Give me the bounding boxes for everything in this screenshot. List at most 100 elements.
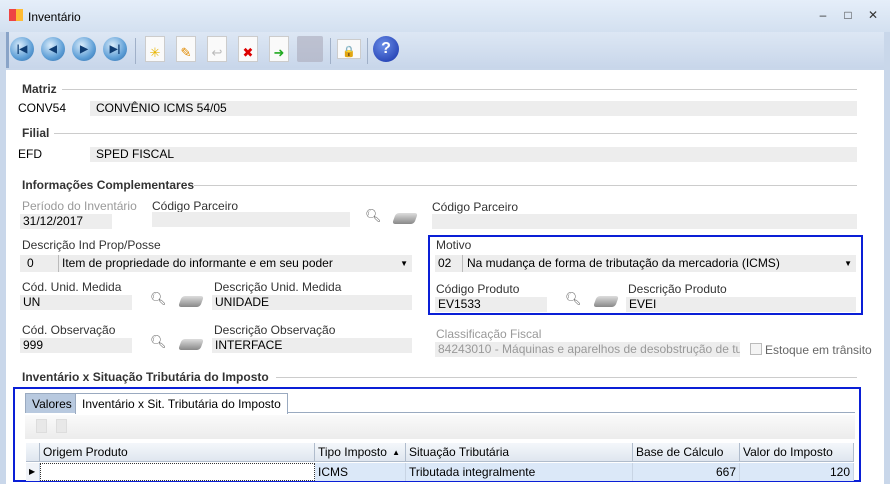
first-icon: |◀ — [10, 37, 34, 61]
eraser-icon[interactable] — [177, 339, 205, 350]
export-button[interactable]: ➜ — [265, 34, 293, 64]
col-origem[interactable]: Origem Produto — [40, 443, 315, 462]
delete-icon: ✖ — [238, 36, 258, 62]
chevron-down-icon: ▼ — [400, 259, 408, 268]
edit-icon: ✎ — [176, 36, 196, 62]
unid-field[interactable]: UN — [20, 295, 132, 310]
new-icon: ✳ — [145, 36, 165, 62]
prod-field[interactable]: EV1533 — [435, 297, 547, 312]
cell-valor[interactable]: 120 — [740, 463, 854, 481]
lock-icon: 🔒 — [337, 39, 361, 59]
chevron-down-icon: ▼ — [844, 259, 852, 268]
parceiro-label: Código Parceiro — [152, 199, 239, 213]
desc-unid-label: Descrição Unid. Medida — [214, 280, 342, 294]
motivo-code: 02 — [438, 256, 452, 270]
title-bar — [0, 0, 890, 32]
tab-valores[interactable]: Valores — [25, 393, 79, 413]
class-label: Classificação Fiscal — [436, 327, 542, 341]
toolbar — [6, 32, 884, 68]
save-icon — [297, 36, 323, 62]
cell-base[interactable]: 667 — [633, 463, 740, 481]
divider — [62, 89, 857, 90]
col-situacao[interactable]: Situação Tributária — [406, 443, 633, 462]
new-button[interactable]: ✳ — [141, 34, 169, 64]
minimize-button[interactable]: – — [815, 8, 831, 22]
prev-icon: ◀ — [41, 37, 65, 61]
desc-obs-label: Descrição Observação — [214, 323, 336, 337]
row-indicator-icon[interactable]: ▶ — [26, 463, 40, 481]
help-icon: ? — [373, 36, 399, 62]
filial-title: Filial — [22, 126, 50, 140]
prod-label: Código Produto — [436, 282, 520, 296]
next-icon: ▶ — [72, 37, 96, 61]
estoque-checkbox[interactable] — [750, 343, 762, 355]
posse-select[interactable]: 0 Item de propriedade do informante e em… — [20, 255, 412, 272]
unid-label: Cód. Unid. Medida — [22, 280, 122, 294]
divider — [276, 377, 857, 378]
app-icon — [9, 9, 23, 21]
delete-row-icon[interactable] — [56, 419, 67, 433]
last-record-button[interactable]: ▶| — [101, 34, 129, 64]
col-base[interactable]: Base de Cálculo — [633, 443, 740, 462]
divider — [194, 185, 857, 186]
cell-origem[interactable] — [40, 463, 315, 481]
cell-tipo[interactable]: ICMS — [315, 463, 406, 481]
eraser-icon[interactable] — [592, 296, 620, 307]
delete-button[interactable]: ✖ — [234, 34, 262, 64]
window-title: Inventário — [28, 10, 81, 24]
filial-name: SPED FISCAL — [90, 147, 857, 162]
separator — [135, 38, 136, 64]
separator — [330, 38, 331, 64]
eraser-icon[interactable] — [391, 213, 419, 224]
edit-button[interactable]: ✎ — [172, 34, 200, 64]
desc-prod-label: Descrição Produto — [628, 282, 727, 296]
row-header-corner — [26, 443, 40, 462]
save-button[interactable] — [296, 34, 324, 64]
periodo-label: Período do Inventário — [22, 199, 137, 213]
lock-button[interactable]: 🔒 — [335, 34, 363, 64]
maximize-button[interactable]: □ — [840, 8, 856, 22]
search-icon[interactable]: 🔍︎ — [565, 291, 582, 307]
obs-label: Cód. Observação — [22, 323, 116, 337]
matriz-title: Matriz — [22, 82, 57, 96]
desc-obs-field: INTERFACE — [212, 338, 412, 353]
close-button[interactable]: ✕ — [865, 8, 881, 22]
col-tipo-label: Tipo Imposto — [318, 445, 387, 459]
undo-icon: ↩ — [207, 36, 227, 62]
search-icon[interactable]: 🔍︎ — [150, 291, 167, 307]
motivo-select[interactable]: 02 Na mudança de forma de tributação da … — [435, 255, 856, 272]
first-record-button[interactable]: |◀ — [8, 34, 36, 64]
motivo-text: Na mudança de forma de tributação da mer… — [462, 255, 780, 272]
desc-unid-field: UNIDADE — [212, 295, 412, 310]
parceiro2-field[interactable] — [432, 214, 857, 229]
matriz-name: CONVÊNIO ICMS 54/05 — [90, 101, 857, 116]
desc-prod-field: EVEI — [626, 297, 856, 312]
cell-situacao[interactable]: Tributada integralmente — [406, 463, 633, 481]
col-tipo[interactable]: Tipo Imposto ▲ — [315, 443, 406, 462]
prev-record-button[interactable]: ◀ — [39, 34, 67, 64]
add-row-icon[interactable] — [36, 419, 47, 433]
export-icon: ➜ — [269, 36, 289, 62]
eraser-icon[interactable] — [177, 296, 205, 307]
posse-text: Item de propriedade do informante e em s… — [58, 255, 333, 272]
undo-button[interactable]: ↩ — [203, 34, 231, 64]
search-icon[interactable]: 🔍︎ — [365, 208, 382, 224]
parceiro-field[interactable] — [152, 212, 350, 227]
separator — [367, 38, 368, 64]
last-icon: ▶| — [103, 37, 127, 61]
divider — [54, 133, 857, 134]
posse-code: 0 — [27, 256, 34, 270]
parceiro2-label: Código Parceiro — [432, 200, 519, 214]
sort-asc-icon: ▲ — [392, 448, 400, 457]
obs-field[interactable]: 999 — [20, 338, 132, 353]
col-valor[interactable]: Valor do Imposto — [740, 443, 854, 462]
matriz-code: CONV54 — [15, 101, 87, 116]
next-record-button[interactable]: ▶ — [70, 34, 98, 64]
estoque-label: Estoque em trânsito — [765, 343, 872, 357]
search-icon[interactable]: 🔍︎ — [150, 334, 167, 350]
grid-section-title: Inventário x Situação Tributária do Impo… — [22, 370, 269, 384]
help-button[interactable]: ? — [372, 34, 400, 64]
grid-toolbar — [25, 415, 855, 439]
tab-inventario-sit[interactable]: Inventário x Sit. Tributária do Imposto — [75, 393, 288, 414]
periodo-field: 31/12/2017 — [20, 214, 112, 229]
